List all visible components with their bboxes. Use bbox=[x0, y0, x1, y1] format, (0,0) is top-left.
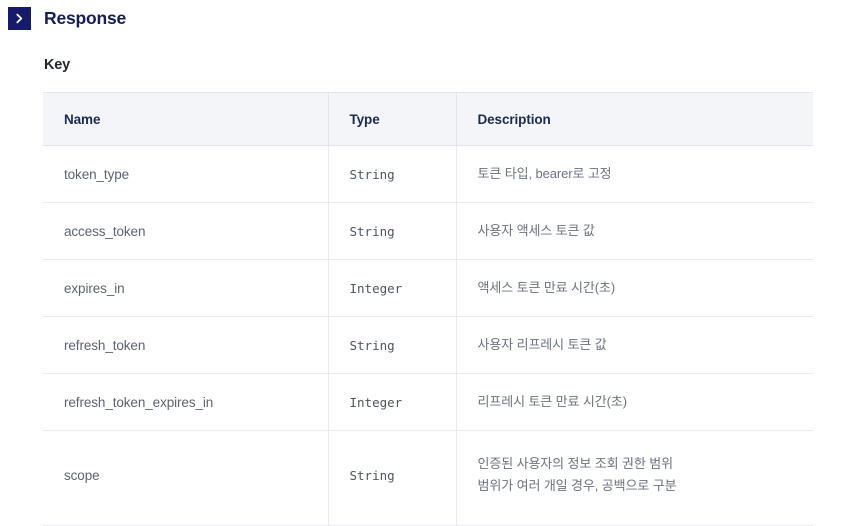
cell-key-description: 사용자 액세스 토큰 값 bbox=[455, 202, 813, 260]
table-body: token_type String 토큰 타입, bearer로 고정 access_… bbox=[43, 145, 813, 526]
page-title: Response bbox=[44, 8, 127, 28]
description-line: 사용자 리프레시 토큰 값 bbox=[477, 337, 607, 352]
cell-key-description: 사용자 리프레시 토큰 값 bbox=[455, 316, 813, 374]
table-row: access_token String 사용자 액세스 토큰 값 bbox=[43, 202, 813, 260]
cell-key-type: String bbox=[327, 202, 456, 260]
key-subsection-label: Key bbox=[44, 57, 70, 73]
description-line: 인증된 사용자의 정보 조회 권한 범위 bbox=[477, 456, 674, 471]
column-header-description: Description bbox=[455, 92, 813, 146]
cell-key-name: expires_in bbox=[43, 259, 328, 317]
response-key-table-wrapper: Name Type Description token_type String 토큰… bbox=[43, 92, 813, 526]
cell-key-name: refresh_token_expires_in bbox=[43, 373, 328, 431]
cell-key-description: 토큰 타입, bearer로 고정 bbox=[455, 145, 813, 203]
cell-key-description: 인증된 사용자의 정보 조회 권한 범위범위가 여러 개일 경우, 공백으로 구… bbox=[455, 430, 813, 526]
cell-key-type: Integer bbox=[327, 373, 456, 431]
response-key-table: Name Type Description token_type String 토큰… bbox=[43, 92, 813, 526]
cell-key-type: String bbox=[327, 145, 456, 203]
cell-key-type: String bbox=[327, 430, 456, 526]
column-header-name: Name bbox=[43, 92, 328, 146]
table-row: scope String 인증된 사용자의 정보 조회 권한 범위 범위가 여러 개일… bbox=[43, 430, 813, 526]
description-line: 사용자 액세스 토큰 값 bbox=[477, 223, 595, 238]
cell-key-name: refresh_token bbox=[43, 316, 328, 374]
cell-key-description: 리프레시 토큰 만료 시간(초) bbox=[455, 373, 813, 431]
cell-key-name: access_token bbox=[43, 202, 328, 260]
table-header-row: Name Type Description bbox=[43, 92, 813, 146]
table-row: expires_in Integer 액세스 토큰 만료 시간(초) bbox=[43, 259, 813, 317]
cell-key-type: Integer bbox=[327, 259, 456, 317]
description-line: 액세스 토큰 만료 시간(초) bbox=[477, 280, 616, 295]
table-row: refresh_token_expires_in Integer 리프레시 토큰 만… bbox=[43, 373, 813, 431]
cell-key-type: String bbox=[327, 316, 456, 374]
description-line: 토큰 타입, bearer로 고정 bbox=[477, 166, 612, 181]
cell-key-description: 액세스 토큰 만료 시간(초) bbox=[455, 259, 813, 317]
cell-key-name: scope bbox=[43, 430, 328, 526]
response-section-header[interactable]: Response bbox=[8, 7, 126, 30]
cell-key-name: token_type bbox=[43, 145, 328, 203]
table-row: token_type String 토큰 타입, bearer로 고정 bbox=[43, 145, 813, 203]
table-row: refresh_token String 사용자 리프레시 토큰 값 bbox=[43, 316, 813, 374]
table-header: Name Type Description bbox=[43, 92, 813, 146]
column-header-type: Type bbox=[327, 92, 456, 146]
description-line: 리프레시 토큰 만료 시간(초) bbox=[477, 394, 628, 409]
description-line: 범위가 여러 개일 경우, 공백으로 구분 bbox=[477, 478, 677, 493]
chevron-right-icon[interactable] bbox=[8, 7, 31, 30]
